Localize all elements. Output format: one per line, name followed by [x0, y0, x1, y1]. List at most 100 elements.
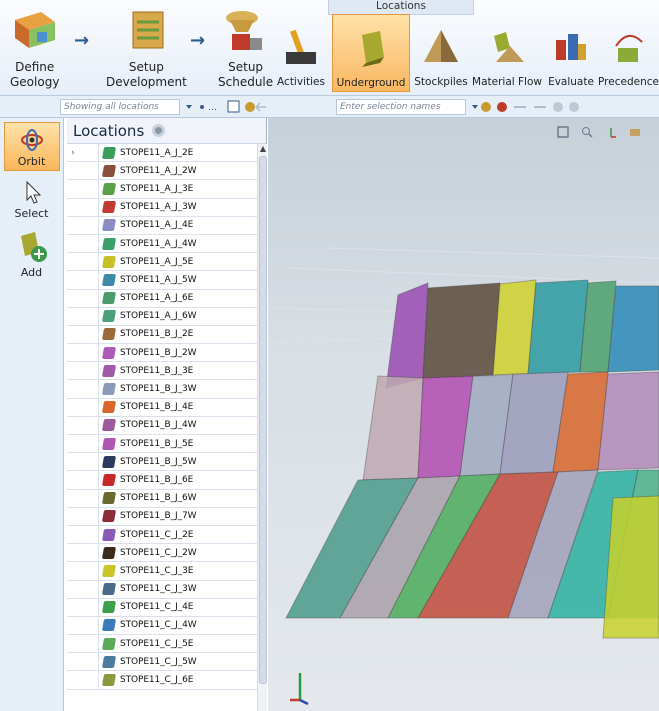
row-selector[interactable]: [67, 416, 99, 435]
define-geology-button[interactable]: Define Geology: [10, 8, 59, 90]
location-row[interactable]: STOPE11_B_J_2E: [67, 325, 257, 345]
location-row[interactable]: STOPE11_C_J_3E: [67, 561, 257, 581]
gear-icon[interactable]: [152, 124, 166, 137]
underground-button[interactable]: Underground: [332, 14, 410, 92]
row-selector[interactable]: ›: [67, 143, 99, 162]
row-selector[interactable]: [67, 507, 99, 526]
precedence-button[interactable]: Precedence: [598, 14, 659, 92]
stockpiles-button[interactable]: Stockpiles: [412, 14, 470, 92]
select-mode-icon[interactable]: [227, 100, 240, 113]
3d-viewport[interactable]: [268, 118, 659, 711]
orbit-button[interactable]: Orbit: [3, 122, 60, 171]
location-row[interactable]: STOPE11_C_J_4W: [67, 616, 257, 636]
row-selector[interactable]: [67, 580, 99, 599]
material-flow-button[interactable]: Material Flow: [472, 14, 542, 92]
setup-development-button[interactable]: Setup Development: [106, 8, 187, 90]
location-row[interactable]: STOPE11_B_J_4E: [67, 398, 257, 417]
row-selector[interactable]: [67, 616, 99, 635]
location-row[interactable]: STOPE11_C_J_6E: [67, 671, 257, 690]
scroll-thumb[interactable]: [259, 156, 267, 684]
row-selector[interactable]: [67, 434, 99, 453]
location-row[interactable]: STOPE11_C_J_4E: [67, 598, 257, 617]
add-button[interactable]: Add: [4, 226, 60, 281]
stope-block[interactable]: [422, 282, 501, 379]
locations-scrollbar[interactable]: ▲: [257, 144, 267, 711]
orbit-icon: [20, 129, 43, 151]
selection-add-icon[interactable]: [497, 102, 507, 112]
row-selector[interactable]: [67, 470, 99, 489]
row-selector[interactable]: [67, 307, 99, 326]
row-selector[interactable]: [67, 198, 99, 217]
row-selector[interactable]: [67, 289, 99, 308]
row-selector[interactable]: [67, 380, 99, 399]
stope-block[interactable]: [602, 495, 659, 639]
history-icon[interactable]: [553, 102, 563, 112]
location-row[interactable]: STOPE11_A_J_6W: [67, 307, 257, 326]
locations-filter-icon[interactable]: [245, 102, 255, 112]
location-row[interactable]: › STOPE11_A_J_2E: [67, 143, 257, 163]
selection-icon[interactable]: [481, 102, 491, 112]
location-row[interactable]: STOPE11_A_J_4E: [67, 216, 257, 235]
stope-block[interactable]: [597, 371, 659, 471]
location-row[interactable]: STOPE11_A_J_5E: [67, 252, 257, 272]
row-selector[interactable]: [67, 398, 99, 417]
location-row[interactable]: STOPE11_A_J_5W: [67, 270, 257, 290]
row-selector[interactable]: [67, 252, 99, 271]
select-button[interactable]: Select: [4, 175, 60, 222]
row-selector[interactable]: [67, 270, 99, 289]
row-selector[interactable]: [67, 161, 99, 180]
row-selector[interactable]: [67, 234, 99, 253]
location-row[interactable]: STOPE11_B_J_2W: [67, 343, 257, 363]
location-row[interactable]: STOPE11_C_J_3W: [67, 580, 257, 599]
activities-button[interactable]: Activities: [272, 14, 330, 92]
location-row[interactable]: STOPE11_A_J_6E: [67, 289, 257, 308]
row-selector[interactable]: [67, 634, 99, 653]
stope-block[interactable]: [362, 375, 424, 481]
row-selector[interactable]: [67, 671, 99, 690]
back-arrow-icon[interactable]: [255, 102, 266, 112]
location-row[interactable]: STOPE11_C_J_5W: [67, 652, 257, 672]
location-name: STOPE11_A_J_2E: [120, 147, 194, 158]
location-row[interactable]: STOPE11_B_J_6W: [67, 489, 257, 508]
row-selector[interactable]: [67, 489, 99, 508]
row-selector[interactable]: [67, 452, 99, 471]
location-row[interactable]: STOPE11_B_J_7W: [67, 507, 257, 526]
location-row[interactable]: STOPE11_B_J_3E: [67, 361, 257, 381]
row-selector[interactable]: [67, 543, 99, 562]
dropdown-icon[interactable]: [186, 105, 192, 109]
more-icon[interactable]: …: [208, 103, 217, 113]
location-row[interactable]: STOPE11_B_J_3W: [67, 380, 257, 399]
clear-filter-icon[interactable]: [200, 105, 204, 109]
row-selector[interactable]: [67, 325, 99, 344]
history-forward-icon[interactable]: [569, 102, 579, 112]
location-row[interactable]: STOPE11_A_J_2W: [67, 161, 257, 181]
location-row[interactable]: STOPE11_B_J_6E: [67, 470, 257, 490]
row-selector[interactable]: [67, 561, 99, 580]
stope-block[interactable]: [607, 285, 659, 373]
location-row[interactable]: STOPE11_C_J_5E: [67, 634, 257, 654]
row-selector[interactable]: [67, 361, 99, 380]
locations-filter-input[interactable]: Showing all locations: [60, 99, 180, 115]
setup-schedule-button[interactable]: Setup Schedule: [218, 8, 273, 90]
row-selector[interactable]: [67, 598, 99, 617]
stope-block[interactable]: [527, 279, 589, 375]
row-selector[interactable]: [67, 343, 99, 362]
location-row[interactable]: STOPE11_A_J_4W: [67, 234, 257, 254]
row-selector[interactable]: [67, 652, 99, 671]
location-row[interactable]: STOPE11_A_J_3W: [67, 198, 257, 217]
row-selector[interactable]: [67, 179, 99, 198]
location-row[interactable]: STOPE11_B_J_5E: [67, 434, 257, 454]
location-row[interactable]: STOPE11_A_J_3E: [67, 179, 257, 199]
location-row[interactable]: STOPE11_B_J_5W: [67, 452, 257, 472]
row-selector[interactable]: [67, 525, 99, 544]
stope-block[interactable]: [385, 282, 429, 389]
evaluate-button[interactable]: Evaluate: [544, 14, 598, 92]
row-selector[interactable]: [67, 216, 99, 235]
location-row[interactable]: STOPE11_C_J_2W: [67, 543, 257, 563]
dropdown-icon[interactable]: [472, 105, 478, 109]
location-row[interactable]: STOPE11_C_J_2E: [67, 525, 257, 545]
stope-icon: [101, 219, 117, 232]
location-row[interactable]: STOPE11_B_J_4W: [67, 416, 257, 435]
scroll-up-icon[interactable]: ▲: [258, 144, 268, 156]
selection-names-input[interactable]: Enter selection names: [336, 99, 466, 115]
